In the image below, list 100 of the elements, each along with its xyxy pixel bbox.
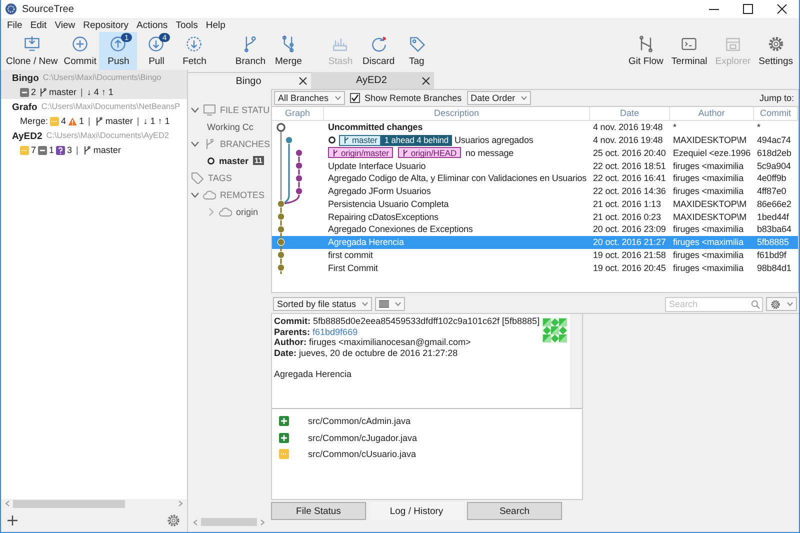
settings-icon[interactable]: [166, 512, 181, 528]
commit-row[interactable]: Persistencia Usuario Completa 21 oct. 2016 1:13 MAXIDESKTOP\M 86e66e2: [272, 198, 798, 210]
chevron-down-icon[interactable]: [191, 190, 199, 198]
settings-dropdown[interactable]: [766, 297, 797, 311]
commit-row[interactable]: Agregado Codigo de Alta, y Eliminar con Validaciones en Usuarios 22 oct. 2016 16:41 firuges <maximilia 4e0ff9b: [272, 172, 798, 185]
sidebar-section[interactable]: TAGS: [188, 169, 271, 186]
chevron-down-icon[interactable]: [191, 140, 199, 148]
menu-item[interactable]: View: [50, 20, 80, 30]
commit-message: Usuarios agregados: [454, 135, 534, 146]
menu-item[interactable]: Help: [202, 20, 230, 30]
sidebar-section[interactable]: FILE STATU: [188, 101, 271, 118]
view-tab[interactable]: File Status: [271, 502, 366, 520]
repo-tab[interactable]: Bingo: [188, 72, 311, 89]
branch-name: master: [49, 87, 77, 97]
branch-icon: [402, 148, 409, 157]
toolbar-button[interactable]: Settings: [756, 32, 796, 70]
menu-item[interactable]: Edit: [26, 20, 51, 30]
column-header[interactable]: Author: [670, 107, 754, 120]
branch-tag: origin/HEAD: [398, 147, 461, 158]
toolbar-button[interactable]: Branch: [231, 32, 270, 70]
close-icon[interactable]: [299, 77, 307, 85]
toolbar-button[interactable]: Commit: [60, 32, 100, 70]
scrollbar[interactable]: [570, 314, 582, 408]
toolbar-button[interactable]: Terminal: [668, 32, 710, 70]
order-dropdown[interactable]: Date Order: [466, 91, 532, 105]
view-tab[interactable]: Search: [467, 502, 562, 520]
branch-name: master: [105, 116, 133, 126]
branch-icon: [332, 148, 339, 157]
checkbox[interactable]: [350, 93, 360, 103]
repo-tab[interactable]: AyED2: [311, 72, 434, 89]
sidebar-section[interactable]: REMOTES: [188, 186, 271, 203]
repo-item[interactable]: Bingo C:\Users\Maxi\Documents\Bingo 2 master | ↓ 4 ↑ 1: [1, 70, 187, 99]
commit-message: Repairing cDatosExceptions: [328, 212, 438, 222]
toolbar-button[interactable]: Fetch: [175, 32, 214, 70]
branch-icon: [82, 146, 92, 154]
menu-item[interactable]: Actions: [132, 20, 172, 30]
view-tab[interactable]: Log / History: [369, 502, 464, 520]
commit-message: Persistencia Usuario Completa: [328, 198, 449, 209]
commit-message: First Commit: [328, 262, 378, 273]
sidebar-item[interactable]: Working Cc: [188, 118, 271, 135]
toolbar-button[interactable]: Merge: [269, 32, 308, 70]
column-header[interactable]: Commit: [754, 107, 798, 120]
commit-message: Agregado Codigo de Alta, y Eliminar con Validaciones en Usuarios: [328, 173, 587, 184]
scrollbar-thumb[interactable]: [13, 500, 125, 508]
file-path[interactable]: src/Common/cUsuario.java: [308, 449, 416, 460]
toolbar-button[interactable]: Discard: [359, 32, 398, 70]
branch-filter-dropdown[interactable]: All Branches: [274, 91, 345, 105]
file-path[interactable]: src/Common/cAdmin.java: [308, 416, 411, 426]
toolbar-button[interactable]: Tag: [398, 32, 436, 70]
date-cell-text: 19 oct. 2016 20:45: [592, 262, 667, 273]
column-header[interactable]: Description: [324, 107, 590, 120]
commit-message: first commit: [328, 250, 373, 260]
commit-hash: 618d2eb: [756, 148, 792, 158]
field-label: Parents:: [274, 326, 310, 336]
search-field[interactable]: Search: [665, 296, 763, 312]
chevron-down-icon[interactable]: [191, 106, 199, 114]
sidebar-item[interactable]: origin: [188, 203, 271, 220]
commit-row[interactable]: Repairing cDatosExceptions 21 oct. 2016 0:23 MAXIDESKTOP\M 1bed44f: [272, 210, 798, 223]
commit-row[interactable]: Update Interface Usuario 22 oct. 2016 18:51 firuges <maximilia 5c9a904: [272, 159, 798, 172]
date-cell-text: 25 oct. 2016 20:40: [592, 148, 667, 158]
monitor-icon: [203, 104, 216, 116]
window-title: SourceTree: [22, 4, 74, 14]
commit-row[interactable]: master 1 ahead 4 behind Usuarios agregados 4 nov. 2016 19:48 MAXIDESKTOP\M 494ac74: [272, 134, 798, 146]
file-count: 7: [31, 145, 36, 155]
branch-lines-icon: [636, 35, 655, 53]
commit-hash: 5fb8885: [756, 237, 790, 248]
down-arrow-circle-icon: [147, 35, 166, 53]
menu-item[interactable]: Repository: [79, 20, 133, 30]
toolbar-button[interactable]: Clone / New: [3, 32, 61, 70]
menu-item[interactable]: Tools: [172, 20, 202, 30]
commit-row[interactable]: Agregado Conexiones de Exceptions 20 oct. 2016 23:09 firuges <maximilia b83ba64: [272, 223, 798, 236]
column-header[interactable]: Date: [590, 107, 670, 120]
toolbar-button[interactable]: Git Flow: [626, 32, 666, 70]
view-mode-dropdown[interactable]: [375, 297, 406, 311]
field-value: firuges <maximilianocesan@gmail.com>: [309, 337, 471, 347]
commit-row[interactable]: First Commit 19 oct. 2016 20:45 firuges <maximilia 98b84d1: [272, 261, 798, 274]
settings-icon: [770, 298, 781, 310]
sort-dropdown[interactable]: Sorted by file status: [273, 297, 372, 311]
parent-link[interactable]: f61bd9f669: [312, 326, 358, 336]
author-cell-text: firuges <maximilia: [672, 250, 745, 260]
commit-row[interactable]: first commit 19 oct. 2016 21:58 firuges <maximilia f61bd9f: [272, 248, 798, 262]
commit-message: no message: [466, 148, 514, 158]
commit-row[interactable]: Agregado JForm Usuarios 22 oct. 2016 14:36 firuges <maximilia 4ff87e0: [272, 184, 798, 198]
scrollbar-thumb[interactable]: [201, 518, 257, 526]
column-header[interactable]: Graph: [272, 107, 324, 120]
author-cell-text: *: [672, 122, 678, 132]
settings-icon: [766, 35, 785, 53]
commit-row[interactable]: Uncommitted changes 4 nov. 2016 19:48 * *: [272, 121, 798, 134]
close-icon[interactable]: [422, 76, 430, 84]
branch-name: master: [93, 145, 121, 155]
commit-row[interactable]: origin/master origin/HEAD no message 25 oct. 2016 20:40 Ezequiel <eze.1996 618d2eb: [272, 146, 798, 160]
monitor-download-icon: [22, 35, 41, 53]
status-label: Merge:: [20, 116, 48, 126]
repo-item[interactable]: Grafo C:\Users\Maxi\Documents\NetBeansP Merge: 4 1 | master | ↓ 1 ↑ 1: [1, 99, 187, 128]
repo-item[interactable]: AyED2 C:\Users\Maxi\Documents\AyED2 7 1 3 | master: [1, 128, 187, 157]
file-path[interactable]: src/Common/cJugador.java: [308, 432, 418, 443]
field-label: Author:: [274, 337, 306, 347]
sidebar-section[interactable]: BRANCHES: [188, 135, 271, 152]
add-icon[interactable]: [7, 514, 18, 526]
menu-item[interactable]: File: [3, 20, 26, 30]
